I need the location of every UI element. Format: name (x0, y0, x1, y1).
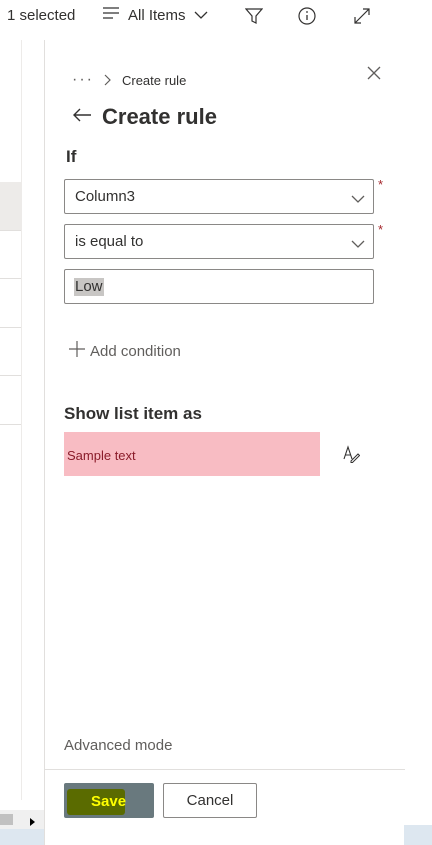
page-title: Create rule (102, 104, 217, 129)
row-divider (0, 375, 21, 376)
taskbar-strip (0, 829, 44, 845)
footer-divider (45, 769, 405, 770)
column-dropdown-value: Column3 (75, 188, 136, 205)
format-preview: Sample text (64, 432, 320, 476)
row-divider (0, 230, 21, 231)
more-icon[interactable]: ··· (72, 71, 94, 89)
background-list (0, 40, 44, 825)
add-condition-label: Add condition (90, 342, 181, 360)
row-divider (0, 424, 21, 425)
close-icon[interactable] (364, 63, 384, 83)
info-icon[interactable] (296, 5, 318, 27)
panel-header: Create rule (72, 104, 217, 130)
chevron-right-icon (104, 74, 112, 86)
required-marker: * (378, 177, 384, 192)
command-bar: 1 selected All Items (0, 0, 404, 34)
taskbar-strip (404, 825, 432, 845)
value-field-text[interactable]: Low (74, 278, 104, 296)
breadcrumb-current: Create rule (121, 72, 187, 88)
row-divider (0, 327, 21, 328)
breadcrumb: ··· Create rule (72, 71, 186, 89)
save-button-label: Save (91, 793, 127, 810)
advanced-mode-link[interactable]: Advanced mode (64, 737, 172, 754)
list-row-selected[interactable] (0, 182, 21, 230)
plus-icon (68, 340, 86, 362)
scrollbar-thumb[interactable] (0, 814, 13, 825)
chevron-down-icon (351, 236, 365, 254)
filter-icon[interactable] (243, 5, 265, 27)
view-label: All Items (128, 6, 186, 24)
create-rule-panel: ··· Create rule Create rule If Column3 *… (44, 40, 405, 845)
operator-dropdown-value: is equal to (75, 233, 144, 250)
horizontal-scrollbar[interactable] (0, 810, 44, 829)
save-button[interactable]: Save (64, 783, 154, 818)
selected-count: 1 selected (7, 7, 76, 24)
list-lines-icon (102, 6, 120, 24)
edit-format-icon[interactable] (341, 444, 361, 464)
add-condition-button[interactable]: Add condition (68, 340, 181, 362)
cancel-button[interactable]: Cancel (163, 783, 257, 818)
row-divider (0, 278, 21, 279)
sample-text: Sample text (67, 448, 136, 463)
value-field[interactable]: Low (64, 269, 374, 304)
expand-icon[interactable] (351, 5, 373, 27)
if-heading: If (66, 147, 77, 166)
chevron-down-icon (194, 7, 208, 24)
show-as-heading: Show list item as (64, 404, 202, 423)
view-switcher[interactable]: All Items (102, 6, 208, 24)
back-arrow-icon[interactable] (72, 107, 92, 128)
required-marker: * (378, 222, 384, 237)
column-divider (21, 40, 22, 800)
chevron-down-icon (351, 191, 365, 209)
column-dropdown[interactable]: Column3 (64, 179, 374, 214)
operator-dropdown[interactable]: is equal to (64, 224, 374, 259)
